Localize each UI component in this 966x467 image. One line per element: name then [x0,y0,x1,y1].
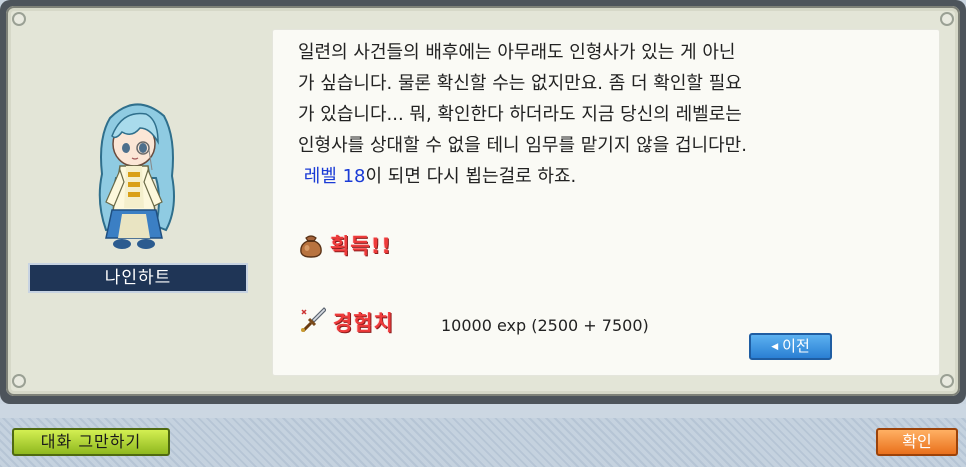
ok-button[interactable]: 확인 [876,428,958,456]
corner-rivet [12,374,26,388]
exp-label: 경험치 [333,311,394,335]
corner-rivet [12,12,26,26]
arrow-left-icon: ◀ [771,342,779,352]
dialog-line-rest: 이 되면 다시 뵙는걸로 하죠. [365,166,577,187]
end-chat-button[interactable]: 대화 그만하기 [12,428,170,456]
npc-name-plate: 나인하트 [28,263,248,293]
corner-rivet [940,12,954,26]
dialog-line: 레벨 18이 되면 다시 뵙는걸로 하죠. [298,161,928,192]
dialog-line: 일련의 사건들의 배후에는 아무래도 인형사가 있는 게 아닌 [298,42,736,63]
dialog-text: 일련의 사건들의 배후에는 아무래도 인형사가 있는 게 아닌 가 싶습니다. … [298,37,928,192]
dialog-line: 인형사를 상대할 수 없을 테니 임무를 맡기지 않을 겁니다만. [298,135,747,156]
exp-value: 10000 exp (2500 + 7500) [441,316,649,335]
prev-button[interactable]: ◀ 이전 [749,333,832,360]
dialog-line: 가 싶습니다. 물론 확신할 수는 없지만요. 좀 더 확인할 필요 [298,73,742,94]
dialog-line: 가 있습니다... 뭐, 확인한다 하더라도 지금 당신의 레벨로는 [298,104,742,125]
prev-button-label: 이전 [782,337,810,355]
sack-icon [300,235,322,258]
acquire-label: 획득!! [330,234,392,258]
npc-portrait [98,103,175,249]
sword-icon [301,307,326,332]
corner-rivet [940,374,954,388]
level-requirement: 레벨 18 [303,166,366,187]
